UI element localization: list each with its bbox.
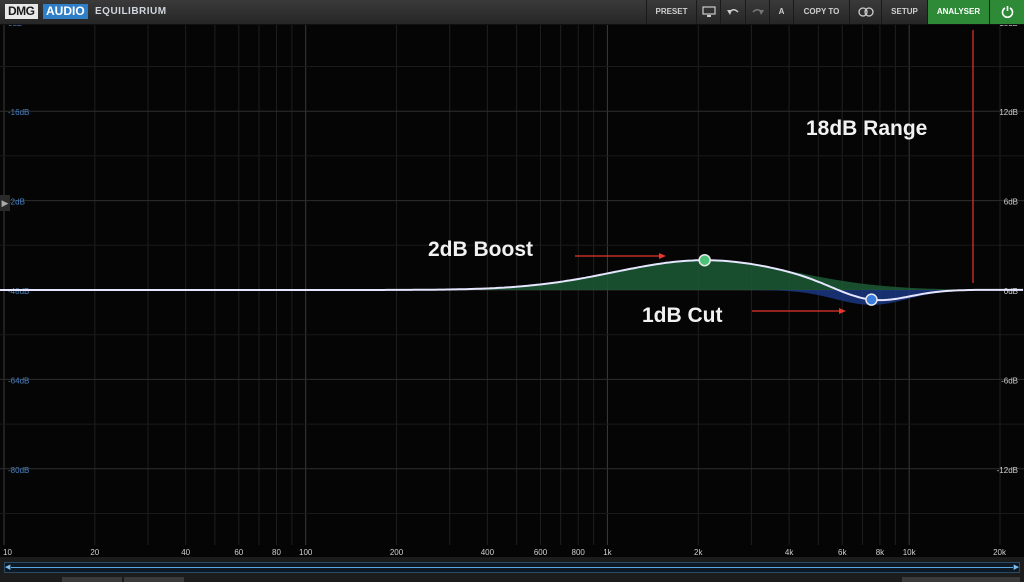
undo-icon[interactable]: [720, 0, 745, 24]
redo-icon[interactable]: [745, 0, 769, 24]
ab-button[interactable]: A: [769, 0, 793, 24]
band-node-boost[interactable]: [698, 253, 711, 267]
bottom-bar: ◀ ▶: [0, 557, 1024, 582]
right-axis-label: 6dB: [1004, 198, 1018, 207]
left-axis-label: 0dB: [8, 25, 22, 28]
frequency-label: 200: [390, 548, 404, 557]
panel-tab[interactable]: [124, 577, 184, 582]
frequency-label: 1k: [603, 548, 612, 557]
frequency-label: 8k: [876, 548, 885, 557]
annotation-boost: 2dB Boost: [428, 238, 533, 261]
scroll-left-icon[interactable]: ◀: [5, 564, 10, 571]
frequency-label: 60: [234, 548, 243, 557]
monitor-icon[interactable]: [696, 0, 720, 24]
panel-tab[interactable]: [902, 577, 1020, 582]
frequency-label: 600: [534, 548, 548, 557]
annotation-cut: 1dB Cut: [642, 304, 723, 327]
frequency-scrollbar[interactable]: ◀ ▶: [4, 562, 1020, 573]
analyser-button[interactable]: ANALYSER: [927, 0, 989, 24]
frequency-label: 4k: [785, 548, 794, 557]
expand-panel-arrow[interactable]: ▶: [0, 195, 10, 211]
left-axis-label: -2dB: [8, 198, 25, 207]
frequency-label: 800: [572, 548, 586, 557]
right-axis-label: -6dB: [1001, 376, 1018, 385]
frequency-label: 10: [3, 548, 12, 557]
left-axis-label: -48dB: [8, 287, 29, 296]
power-icon[interactable]: [989, 0, 1024, 24]
scroll-right-icon[interactable]: ▶: [1014, 564, 1019, 571]
panel-tab[interactable]: [62, 577, 122, 582]
brand-logo-audio: AUDIO: [43, 4, 88, 19]
right-axis-label: 12dB: [999, 108, 1018, 117]
boost-band-fill: [0, 260, 1024, 290]
left-axis-label: -80dB: [8, 466, 29, 475]
right-axis-label: 18dB: [999, 25, 1018, 28]
annotation-range: 18dB Range: [806, 117, 928, 140]
right-axis-label: -12dB: [997, 466, 1018, 475]
eq-graph[interactable]: 0dB -16dB -2dB -48dB -64dB -80dB 18dB 12dB 6dB 0d…: [0, 25, 1024, 557]
frequency-label: 2k: [694, 548, 703, 557]
left-axis-label: -16dB: [8, 108, 29, 117]
frequency-label: 100: [299, 548, 313, 557]
copy-to-button[interactable]: COPY TO: [793, 0, 849, 24]
frequency-label: 20k: [993, 548, 1007, 557]
frequency-label: 6k: [838, 548, 847, 557]
preset-button[interactable]: PRESET: [646, 0, 696, 24]
left-axis-label: -64dB: [8, 376, 29, 385]
right-axis-label: 0dB: [1004, 287, 1018, 296]
toolbar: DMG AUDIO EQUILIBRIUM PRESET A COPY TO S…: [0, 0, 1024, 25]
frequency-label: 40: [181, 548, 190, 557]
link-icon[interactable]: [849, 0, 881, 24]
brand-logo: DMG: [5, 4, 38, 19]
frequency-label: 400: [481, 548, 495, 557]
band-node-cut[interactable]: [865, 293, 878, 306]
boost-arrowhead: [659, 253, 666, 259]
frequency-label: 10k: [903, 548, 917, 557]
frequency-label: 80: [272, 548, 281, 557]
scrollbar-thumb[interactable]: [11, 567, 1013, 568]
setup-button[interactable]: SETUP: [881, 0, 927, 24]
frequency-label: 20: [90, 548, 99, 557]
product-name: EQUILIBRIUM: [95, 6, 167, 17]
